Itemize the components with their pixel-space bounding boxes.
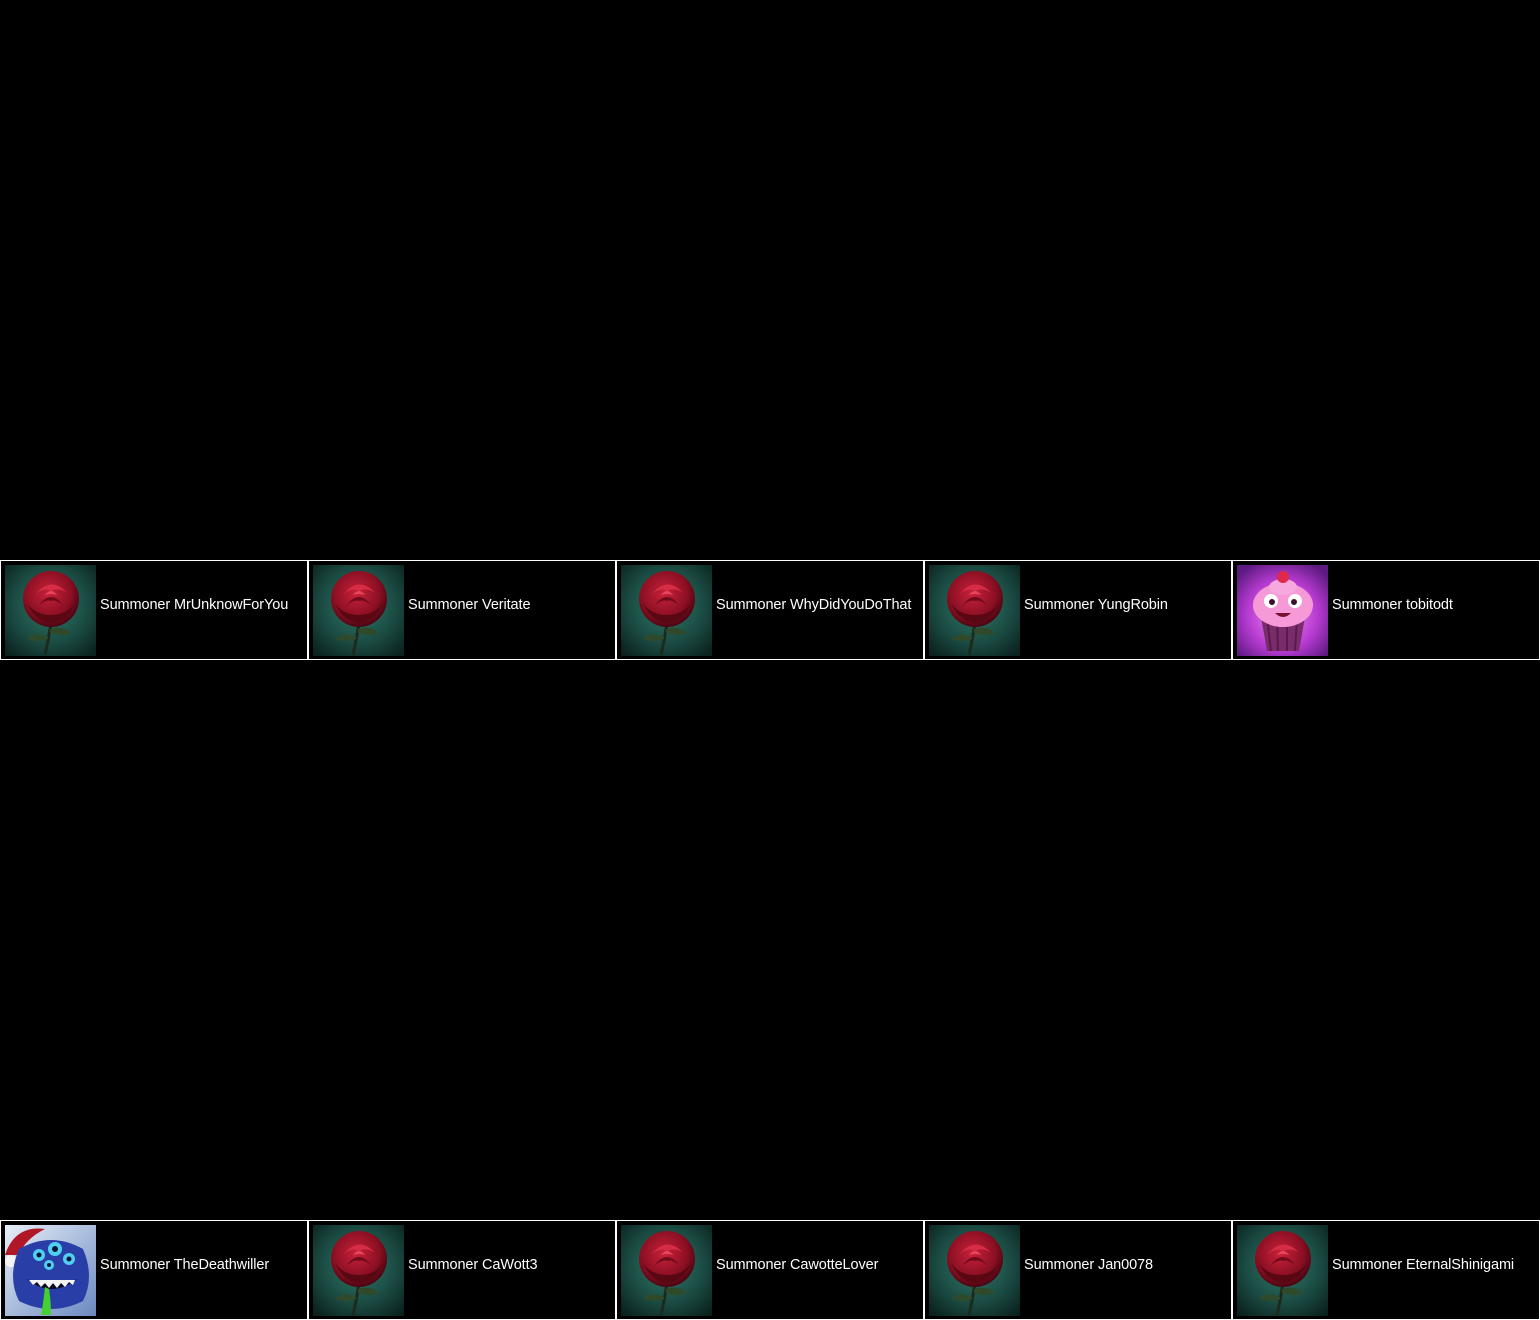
player-name: Summoner Jan0078 <box>1024 1257 1153 1273</box>
player-name: Summoner YungRobin <box>1024 597 1168 613</box>
rose-icon <box>621 1225 712 1316</box>
player-name: Summoner MrUnknowForYou <box>100 597 289 613</box>
rose-icon <box>313 565 404 656</box>
player-card[interactable]: Summoner TheDeathwiller <box>0 1220 308 1320</box>
player-card[interactable]: Summoner YungRobin <box>924 560 1232 660</box>
player-card[interactable]: Summoner CawotteLover <box>616 1220 924 1320</box>
rose-icon <box>1237 1225 1328 1316</box>
rose-icon <box>621 565 712 656</box>
player-name: Summoner Veritate <box>408 597 531 613</box>
player-name: Summoner CaWott3 <box>408 1257 538 1273</box>
team-top-row: Summoner MrUnknowForYou Summoner Veritat… <box>0 560 1540 660</box>
rose-icon <box>313 1225 404 1316</box>
rose-icon <box>5 565 96 656</box>
player-name: Summoner CawotteLover <box>716 1257 879 1273</box>
player-card[interactable]: Summoner tobitodt <box>1232 560 1540 660</box>
player-name: Summoner EternalShinigami <box>1332 1257 1515 1273</box>
player-card[interactable]: Summoner CaWott3 <box>308 1220 616 1320</box>
player-card[interactable]: Summoner Jan0078 <box>924 1220 1232 1320</box>
player-name: Summoner tobitodt <box>1332 597 1453 613</box>
player-card[interactable]: Summoner WhyDidYouDoThat <box>616 560 924 660</box>
rose-icon <box>929 1225 1020 1316</box>
monster-icon <box>5 1225 96 1316</box>
player-card[interactable]: Summoner Veritate <box>308 560 616 660</box>
player-name: Summoner TheDeathwiller <box>100 1257 270 1273</box>
rose-icon <box>929 565 1020 656</box>
cupcake-icon <box>1237 565 1328 656</box>
team-bottom-row: Summoner TheDeathwiller Summoner CaWott3 <box>0 1220 1540 1320</box>
player-card[interactable]: Summoner MrUnknowForYou <box>0 560 308 660</box>
player-name: Summoner WhyDidYouDoThat <box>716 597 912 613</box>
player-card[interactable]: Summoner EternalShinigami <box>1232 1220 1540 1320</box>
